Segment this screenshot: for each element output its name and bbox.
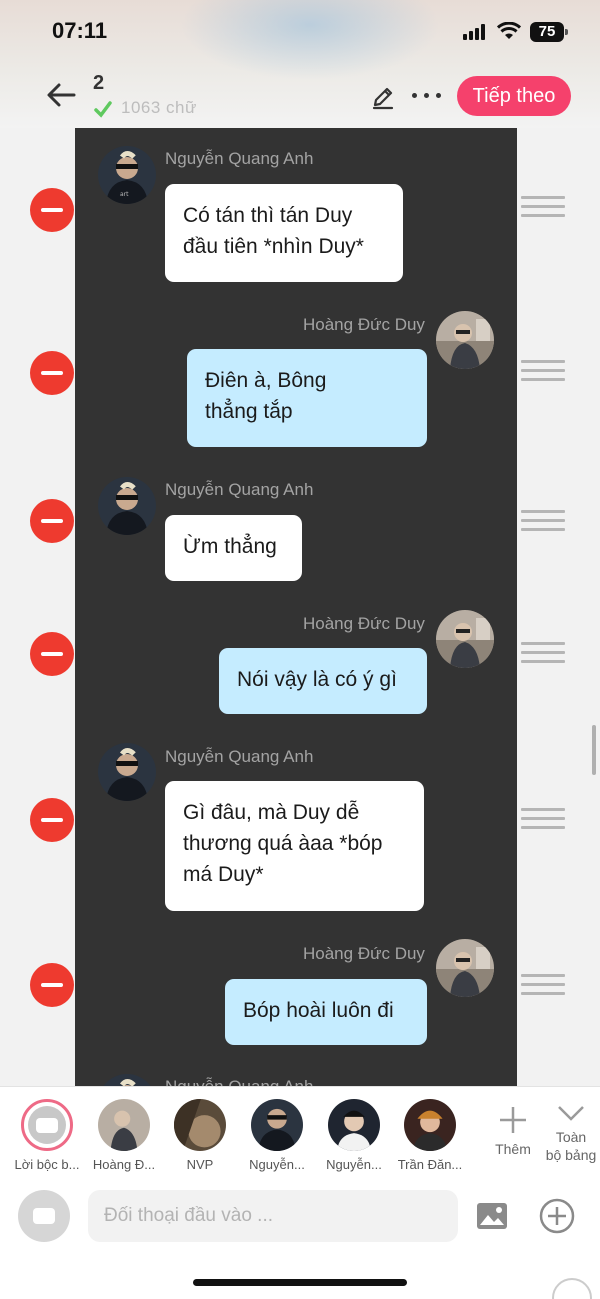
message-line: Gì đâu, mà Duy dễ <box>183 801 360 824</box>
drag-handle-icon[interactable] <box>521 974 565 998</box>
status-time: 07:11 <box>52 18 108 43</box>
speaker-name: Hoàng Đức Duy <box>303 944 425 963</box>
word-count: 1063 chữ <box>121 98 197 117</box>
message-line: má Duy* <box>183 863 264 886</box>
battery-indicator: 75 <box>530 22 568 42</box>
message-line: Ừm thẳng <box>183 535 277 558</box>
avatar[interactable] <box>436 610 494 668</box>
image-icon[interactable] <box>476 1202 508 1230</box>
home-indicator <box>193 1279 407 1286</box>
all-characters-button[interactable]: Toàn bộ bảng <box>542 1103 600 1164</box>
back-arrow-icon[interactable] <box>44 80 78 110</box>
avatar <box>174 1099 226 1151</box>
next-button[interactable]: Tiếp theo <box>457 76 571 116</box>
message-bubble[interactable]: Bóp hoài luôn đi <box>225 979 427 1045</box>
check-icon <box>94 101 112 118</box>
add-circle-icon[interactable] <box>539 1198 575 1234</box>
avatar[interactable] <box>436 939 494 997</box>
episode-number: 2 <box>93 72 105 94</box>
message-line: Điên à, Bông <box>205 369 327 392</box>
speaker-name: Nguyễn Quang Anh <box>165 747 314 766</box>
character-bar: Lời bộc b... Hoàng Đ... NVP Nguyễn... Ng… <box>0 1086 600 1178</box>
delete-message-button[interactable] <box>30 798 74 842</box>
plus-icon <box>500 1107 526 1133</box>
message-line: Bóp hoài luôn đi <box>243 999 394 1022</box>
narration-icon <box>21 1099 73 1151</box>
svg-text:art: art <box>120 191 129 198</box>
more-options-icon[interactable] <box>410 90 444 102</box>
character-item[interactable]: NVP <box>162 1099 238 1172</box>
message-bubble[interactable]: Điên à, Bông thẳng tắp <box>187 349 427 447</box>
character-label: Trần Đăn... <box>397 1157 463 1172</box>
character-item[interactable]: Nguyễn... <box>316 1099 392 1172</box>
avatar <box>98 1099 150 1151</box>
add-character-button[interactable]: Thêm <box>490 1105 536 1158</box>
delete-message-button[interactable] <box>30 351 74 395</box>
character-label: Nguyễn... <box>326 1157 382 1172</box>
character-label: Nguyễn... <box>249 1157 305 1172</box>
message-line: Nói vậy là có ý gì <box>237 668 397 691</box>
character-item[interactable]: Nguyễn... <box>239 1099 315 1172</box>
speaker-name: Hoàng Đức Duy <box>303 315 425 334</box>
drag-handle-icon[interactable] <box>521 642 565 666</box>
avatar[interactable] <box>98 743 156 801</box>
header-background <box>180 0 440 80</box>
drag-handle-icon[interactable] <box>521 510 565 534</box>
all-characters-label-2: bộ bảng <box>545 1147 597 1163</box>
dialog-input[interactable] <box>88 1190 458 1242</box>
avatar[interactable]: art <box>98 146 156 204</box>
story-editor: art Nguyễn Quang Anh Có tán thì tán Duy … <box>0 128 600 1086</box>
drag-handle-icon[interactable] <box>521 196 565 220</box>
avatar <box>328 1099 380 1151</box>
scroll-top-button[interactable] <box>552 1278 592 1299</box>
message-bubble[interactable]: Ừm thẳng <box>165 515 302 581</box>
character-label: Lời bộc b... <box>14 1157 80 1172</box>
character-label: NVP <box>186 1157 214 1172</box>
drag-handle-icon[interactable] <box>521 808 565 832</box>
add-character-label: Thêm <box>495 1141 531 1157</box>
message-line: thẳng tắp <box>205 400 293 423</box>
avatar <box>251 1099 303 1151</box>
message-bubble[interactable]: Gì đâu, mà Duy dễ thương quá àaa *bóp má… <box>165 781 424 911</box>
message-bubble[interactable]: Có tán thì tán Duy đầu tiên *nhìn Duy* <box>165 184 403 282</box>
message-bubble[interactable]: Nói vậy là có ý gì <box>219 648 427 714</box>
speaker-name: Nguyễn Quang Anh <box>165 1077 313 1086</box>
delete-message-button[interactable] <box>30 632 74 676</box>
chat-icon <box>33 1208 55 1224</box>
character-narration[interactable]: Lời bộc b... <box>9 1099 85 1172</box>
delete-message-button[interactable] <box>30 188 74 232</box>
all-characters-label: Toàn <box>555 1129 587 1145</box>
message-line: đầu tiên *nhìn Duy* <box>183 235 364 258</box>
scrollbar[interactable] <box>592 725 596 775</box>
delete-message-button[interactable] <box>30 499 74 543</box>
message-line: thương quá àaa *bóp <box>183 832 383 855</box>
avatar[interactable] <box>436 311 494 369</box>
speaker-name: Hoàng Đức Duy <box>303 614 425 633</box>
avatar <box>404 1099 456 1151</box>
character-item[interactable]: Trần Đăn... <box>392 1099 468 1172</box>
pencil-icon[interactable] <box>370 84 396 110</box>
composer <box>0 1178 600 1299</box>
top-bar: 07:11 75 2 1063 chữ Tiếp theo <box>0 0 600 128</box>
wifi-icon <box>497 22 521 39</box>
character-label: Hoàng Đ... <box>92 1157 156 1172</box>
speaker-name: Nguyễn Quang Anh <box>165 149 314 168</box>
drag-handle-icon[interactable] <box>521 360 565 384</box>
avatar[interactable] <box>98 477 156 535</box>
dialog-type-button[interactable] <box>18 1190 70 1242</box>
delete-message-button[interactable] <box>30 963 74 1007</box>
signal-icon <box>463 24 489 40</box>
speaker-name: Nguyễn Quang Anh <box>165 480 314 499</box>
character-item[interactable]: Hoàng Đ... <box>86 1099 162 1172</box>
chevron-down-icon <box>558 1106 584 1121</box>
message-line: Có tán thì tán Duy <box>183 204 353 227</box>
